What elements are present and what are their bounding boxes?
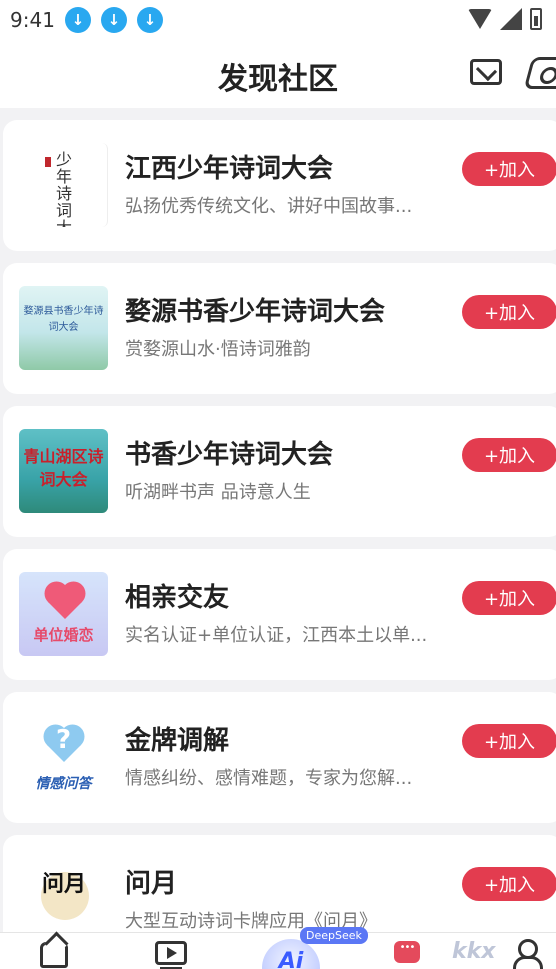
join-button[interactable]: +加入 (462, 867, 556, 901)
profile-icon[interactable] (512, 939, 543, 969)
community-title: 婺源书香少年诗词大会 (125, 297, 386, 327)
chat-icon[interactable] (394, 941, 420, 963)
thumbnail-text: 少年诗词大会 (55, 150, 72, 227)
deepseek-badge: DeepSeek (300, 927, 368, 944)
community-desc: 实名认证+单位认证，江西本土以单... (125, 625, 428, 646)
thumbnail-text: 青山湖区诗词大会 (23, 447, 104, 489)
community-card[interactable]: 单位婚恋 相亲交友 实名认证+单位认证，江西本土以单... +加入 (3, 549, 556, 680)
community-card[interactable]: 青山湖区诗词大会 书香少年诗词大会 听湖畔书声 品诗意人生 +加入 (3, 406, 556, 537)
community-thumbnail: 问月 (19, 858, 108, 942)
community-title: 书香少年诗词大会 (125, 440, 334, 470)
community-thumbnail: 少年诗词大会 (19, 143, 108, 227)
community-list: 少年诗词大会 江西少年诗词大会 弘扬优秀传统文化、讲好中国故事... +加入 婺… (0, 120, 556, 969)
wifi-icon (468, 9, 492, 29)
community-thumbnail: 青山湖区诗词大会 (19, 429, 108, 513)
community-title: 江西少年诗词大会 (125, 154, 334, 184)
community-title: 金牌调解 (125, 726, 230, 756)
join-button[interactable]: +加入 (462, 438, 556, 472)
mail-icon[interactable] (470, 59, 502, 85)
download-icon: ↓ (64, 7, 91, 33)
home-icon[interactable] (40, 942, 68, 968)
video-icon[interactable] (155, 941, 187, 969)
thumbnail-text: 婺源县书香少年诗词大会 (23, 306, 104, 333)
ai-label: Ai (278, 949, 304, 969)
status-icons (468, 8, 542, 30)
community-desc: 情感纠纷、感情难题，专家为您解... (125, 768, 413, 789)
download-icon: ↓ (100, 7, 127, 33)
status-time: 9:41 (10, 8, 55, 32)
community-desc: 听湖畔书声 品诗意人生 (125, 482, 311, 503)
status-bar: 9:41 ↓ ↓ ↓ (0, 0, 556, 40)
watermark: kkx (452, 939, 496, 964)
community-thumbnail: 单位婚恋 (19, 572, 108, 656)
battery-icon (530, 8, 542, 30)
community-thumbnail: ? 情感问答 (19, 715, 108, 799)
signal-icon (500, 8, 522, 30)
community-title: 问月 (125, 869, 178, 899)
join-button[interactable]: +加入 (462, 581, 556, 615)
join-button[interactable]: +加入 (462, 152, 556, 186)
thumbnail-text: 单位婚恋 (33, 626, 94, 644)
heart-icon (48, 585, 82, 619)
community-thumbnail: 婺源县书香少年诗词大会 (19, 286, 108, 370)
join-button[interactable]: +加入 (462, 724, 556, 758)
community-card[interactable]: 少年诗词大会 江西少年诗词大会 弘扬优秀传统文化、讲好中国故事... +加入 (3, 120, 556, 251)
community-card[interactable]: ? 情感问答 金牌调解 情感纠纷、感情难题，专家为您解... +加入 (3, 692, 556, 823)
bottom-tab-bar: Ai DeepSeek kkx (0, 927, 556, 969)
community-card[interactable]: 婺源县书香少年诗词大会 婺源书香少年诗词大会 赏婺源山水·悟诗词雅韵 +加入 (3, 263, 556, 394)
header: 发现社区 (0, 40, 556, 108)
thumbnail-text: 问月 (41, 871, 86, 897)
community-title: 相亲交友 (125, 583, 230, 613)
join-button[interactable]: +加入 (462, 295, 556, 329)
community-desc: 弘扬优秀传统文化、讲好中国故事... (125, 196, 413, 217)
thumbnail-text: 情感问答 (35, 776, 92, 792)
community-desc: 赏婺源山水·悟诗词雅韵 (125, 339, 311, 360)
download-icon: ↓ (136, 7, 163, 33)
question-icon: ? (55, 725, 72, 755)
